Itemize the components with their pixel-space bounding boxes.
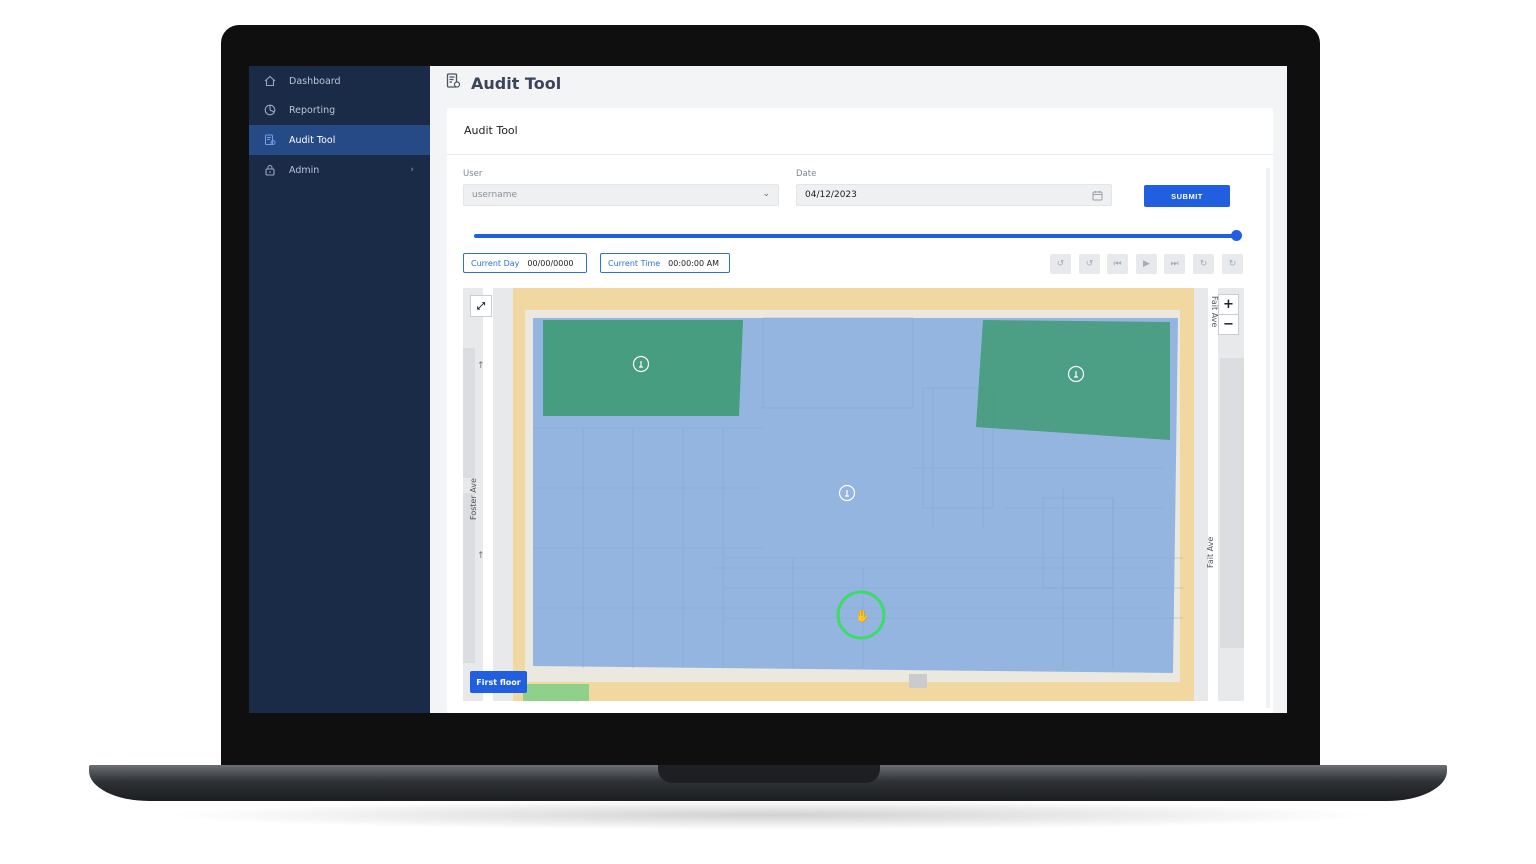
- chart-pie-icon: [263, 103, 277, 117]
- audit-icon: [446, 73, 461, 93]
- current-time-box: Current Time 00:00:00 AM: [600, 253, 730, 273]
- date-field-label: Date: [796, 169, 817, 179]
- svg-text:↑: ↑: [477, 361, 485, 371]
- submit-button[interactable]: SUBMIT: [1144, 185, 1230, 207]
- card-divider: [447, 154, 1273, 155]
- forward-5-icon[interactable]: ↻: [1193, 254, 1214, 274]
- lock-icon: [263, 163, 277, 177]
- main-content: Audit Tool Audit Tool User username ⌄ Da…: [430, 66, 1287, 713]
- sidebar-item-dashboard[interactable]: Dashboard: [249, 66, 430, 96]
- fullscreen-icon[interactable]: ⤢: [470, 295, 492, 317]
- date-field[interactable]: 04/12/2023: [796, 184, 1112, 206]
- current-time-value: 00:00:00 AM: [668, 258, 720, 268]
- chevron-right-icon: ›: [410, 165, 414, 175]
- laptop-notch: [658, 765, 880, 783]
- street-label-west: Foster Ave: [469, 478, 478, 520]
- sidebar-item-reporting[interactable]: Reporting: [249, 95, 430, 125]
- chevron-down-icon: ⌄: [762, 189, 770, 199]
- current-time-label: Current Time: [608, 258, 661, 268]
- play-icon[interactable]: ▶: [1136, 254, 1157, 274]
- home-icon: [263, 74, 277, 88]
- calendar-icon[interactable]: [1092, 190, 1103, 204]
- svg-text:✋: ✋: [855, 609, 870, 623]
- current-day-box: Current Day 00/00/0000: [463, 253, 587, 273]
- audit-card: Audit Tool User username ⌄ Date 04/12/20…: [447, 108, 1273, 713]
- user-select[interactable]: username ⌄: [463, 184, 779, 206]
- sidebar-item-admin[interactable]: Admin ›: [249, 155, 430, 185]
- user-field-label: User: [463, 169, 483, 179]
- laptop-shadow: [160, 800, 1380, 830]
- page-scrollbar[interactable]: [1266, 168, 1270, 708]
- svg-text:↑: ↑: [477, 551, 485, 561]
- audit-icon: [263, 133, 277, 147]
- street-label-east: Fait Ave: [1206, 536, 1215, 568]
- app-screen: Dashboard Reporting Audit Tool Admin › A…: [249, 66, 1287, 713]
- floor-plan-map[interactable]: ✋ ↑ ↑ Foster Ave Fait Ave Fait Ave ⤢ + −…: [463, 288, 1244, 701]
- rewind-15-icon[interactable]: ↺: [1050, 254, 1071, 274]
- page-header: Audit Tool: [446, 70, 561, 96]
- skip-forward-icon[interactable]: ⏭: [1164, 254, 1185, 274]
- card-title: Audit Tool: [464, 124, 518, 137]
- skip-back-icon[interactable]: ⏮: [1107, 254, 1128, 274]
- rewind-5-icon[interactable]: ↺: [1079, 254, 1100, 274]
- timeline-slider-track[interactable]: [474, 234, 1238, 238]
- sidebar-item-label: Admin: [289, 164, 320, 176]
- forward-15-icon[interactable]: ↻: [1222, 254, 1243, 274]
- user-select-placeholder: username: [472, 190, 517, 200]
- current-day-label: Current Day: [471, 258, 520, 268]
- current-day-value: 00/00/0000: [527, 258, 574, 268]
- sidebar-item-label: Audit Tool: [289, 134, 336, 146]
- sidebar-item-label: Reporting: [289, 104, 336, 116]
- timeline-slider-thumb[interactable]: [1231, 230, 1242, 241]
- page-title: Audit Tool: [471, 73, 562, 93]
- floor-selector-button[interactable]: First floor: [470, 671, 527, 693]
- date-value: 04/12/2023: [805, 190, 857, 200]
- floor-plan-svg: ✋ ↑ ↑: [463, 288, 1244, 701]
- sidebar: Dashboard Reporting Audit Tool Admin ›: [249, 66, 430, 713]
- zoom-in-button[interactable]: +: [1218, 294, 1239, 315]
- sidebar-item-audit-tool[interactable]: Audit Tool: [249, 125, 430, 155]
- zoom-out-button[interactable]: −: [1218, 314, 1239, 335]
- sidebar-item-label: Dashboard: [289, 75, 341, 87]
